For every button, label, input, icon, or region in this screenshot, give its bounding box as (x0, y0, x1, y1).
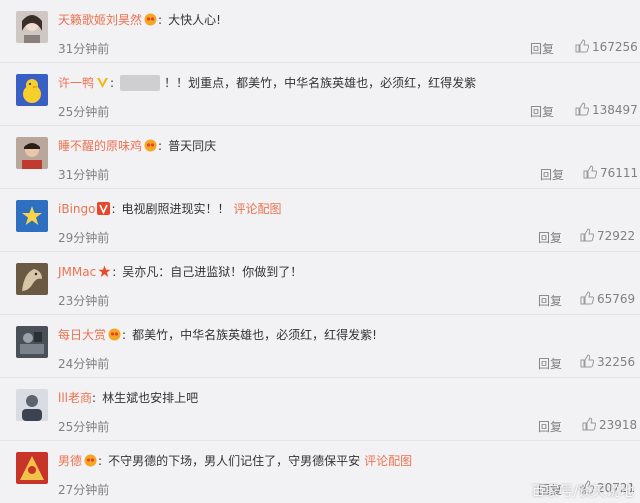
member-badge-icon (144, 139, 157, 152)
reply-button[interactable]: 回复 (538, 418, 562, 435)
colon: : (158, 13, 163, 27)
timestamp: 23分钟前 (58, 294, 110, 308)
comment-item: JMMac: 吴亦凡：自己进监狱！你做到了！ 23分钟前 回复 65769 (0, 252, 640, 315)
avatar[interactable] (16, 263, 48, 295)
comment-item: 睡不醒的原味鸡: 普天同庆 31分钟前 回复 76111 (0, 126, 640, 189)
username[interactable]: 天籁歌姬刘昊然 (58, 13, 142, 27)
colon: : (110, 76, 115, 90)
comment-text: ！！划重点，都美竹，中华名族英雄也，必须红，红得发紫 (164, 76, 477, 90)
like-count: 76111 (600, 166, 639, 180)
star-badge-icon (98, 265, 111, 278)
username[interactable]: 每日大赏 (58, 328, 106, 342)
like-count: 23918 (599, 418, 638, 432)
comment-item: 许一鸭: ！！划重点，都美竹，中华名族英雄也，必须红，红得发紫 25分钟前 回复 … (0, 63, 640, 126)
comment-text: 大快人心! (168, 13, 221, 27)
timestamp: 25分钟前 (58, 420, 110, 434)
comment-text: 不守男德的下场，男人们记住了，守男德保平安 (108, 454, 361, 468)
reply-button[interactable]: 回复 (538, 355, 562, 372)
timestamp: 29分钟前 (58, 231, 110, 245)
reply-button[interactable]: 回复 (538, 229, 562, 246)
thumbs-up-icon (580, 228, 594, 242)
username[interactable]: 男德 (58, 454, 82, 468)
comment-text: 吴亦凡：自己进监狱！你做到了！ (122, 265, 303, 279)
blurred-mention (120, 75, 161, 91)
like-count: 32256 (597, 355, 636, 369)
reply-button[interactable]: 回复 (540, 166, 564, 183)
comment-item: 每日大赏: 都美竹，中华名族英雄也，必须红，红得发紫! 24分钟前 回复 3225… (0, 315, 640, 378)
colon: : (158, 139, 163, 153)
username[interactable]: 许一鸭 (58, 76, 94, 90)
avatar[interactable] (16, 326, 48, 358)
reply-button[interactable]: 回复 (538, 292, 562, 309)
like-button[interactable]: 72922 (580, 228, 635, 243)
thumbs-up-icon (575, 39, 589, 53)
avatar[interactable] (16, 11, 48, 43)
colon: : (122, 328, 127, 342)
comment-image-link[interactable]: 评论配图 (364, 454, 412, 468)
thumbs-up-icon (582, 417, 596, 431)
like-count: 167256 (592, 40, 638, 54)
username[interactable]: iBingo (58, 202, 95, 216)
comment-item: 天籁歌姬刘昊然: 大快人心! 31分钟前 回复 167256 (0, 0, 640, 63)
username[interactable]: lll老商 (58, 391, 92, 405)
comment-item: lll老商: 林生斌也安排上吧 25分钟前 回复 23918 (0, 378, 640, 441)
like-button[interactable]: 32256 (580, 354, 635, 369)
avatar[interactable] (16, 452, 48, 484)
colon: : (98, 454, 103, 468)
verified-v-icon (97, 202, 111, 215)
timestamp: 27分钟前 (58, 483, 110, 497)
thumbs-up-icon (580, 291, 594, 305)
username[interactable]: 睡不醒的原味鸡 (58, 139, 142, 153)
comment-text: 都美竹，中华名族英雄也，必须红，红得发紫! (132, 328, 377, 342)
colon: : (112, 265, 117, 279)
reply-button[interactable]: 回复 (530, 103, 554, 120)
comment-list: 天籁歌姬刘昊然: 大快人心! 31分钟前 回复 167256 许一鸭: ！！划重点，… (0, 0, 640, 503)
avatar[interactable] (16, 200, 48, 232)
like-button[interactable]: 76111 (583, 165, 638, 180)
like-count: 65769 (597, 292, 636, 306)
member-badge-icon (84, 454, 97, 467)
member-badge-icon (108, 328, 121, 341)
comment-item: iBingo: 电视剧照进现实！！ 评论配图 29分钟前 回复 72922 (0, 189, 640, 252)
member-badge-icon (144, 13, 157, 26)
comment-text: 普天同庆 (168, 139, 217, 153)
colon: : (111, 202, 116, 216)
avatar[interactable] (16, 74, 48, 106)
timestamp: 31分钟前 (58, 42, 110, 56)
watermark: 百家号/谈天说地 (531, 484, 634, 500)
comment-image-link[interactable]: 评论配图 (234, 202, 282, 216)
reply-button[interactable]: 回复 (530, 40, 554, 57)
timestamp: 24分钟前 (58, 357, 110, 371)
like-count: 72922 (597, 229, 636, 243)
username[interactable]: JMMac (58, 265, 96, 279)
verified-v-icon (96, 76, 109, 89)
thumbs-up-icon (580, 354, 594, 368)
thumbs-up-icon (575, 102, 589, 116)
like-button[interactable]: 65769 (580, 291, 635, 306)
avatar[interactable] (16, 389, 48, 421)
comment-text: 电视剧照进现实！！ (121, 202, 230, 216)
like-button[interactable]: 138497 (575, 102, 638, 117)
like-button[interactable]: 23918 (582, 417, 637, 432)
timestamp: 25分钟前 (58, 105, 110, 119)
timestamp: 31分钟前 (58, 168, 110, 182)
like-count: 138497 (592, 103, 638, 117)
thumbs-up-icon (583, 165, 597, 179)
comment-text: 林生斌也安排上吧 (102, 391, 199, 405)
avatar[interactable] (16, 137, 48, 169)
colon: : (92, 391, 97, 405)
like-button[interactable]: 167256 (575, 39, 638, 54)
